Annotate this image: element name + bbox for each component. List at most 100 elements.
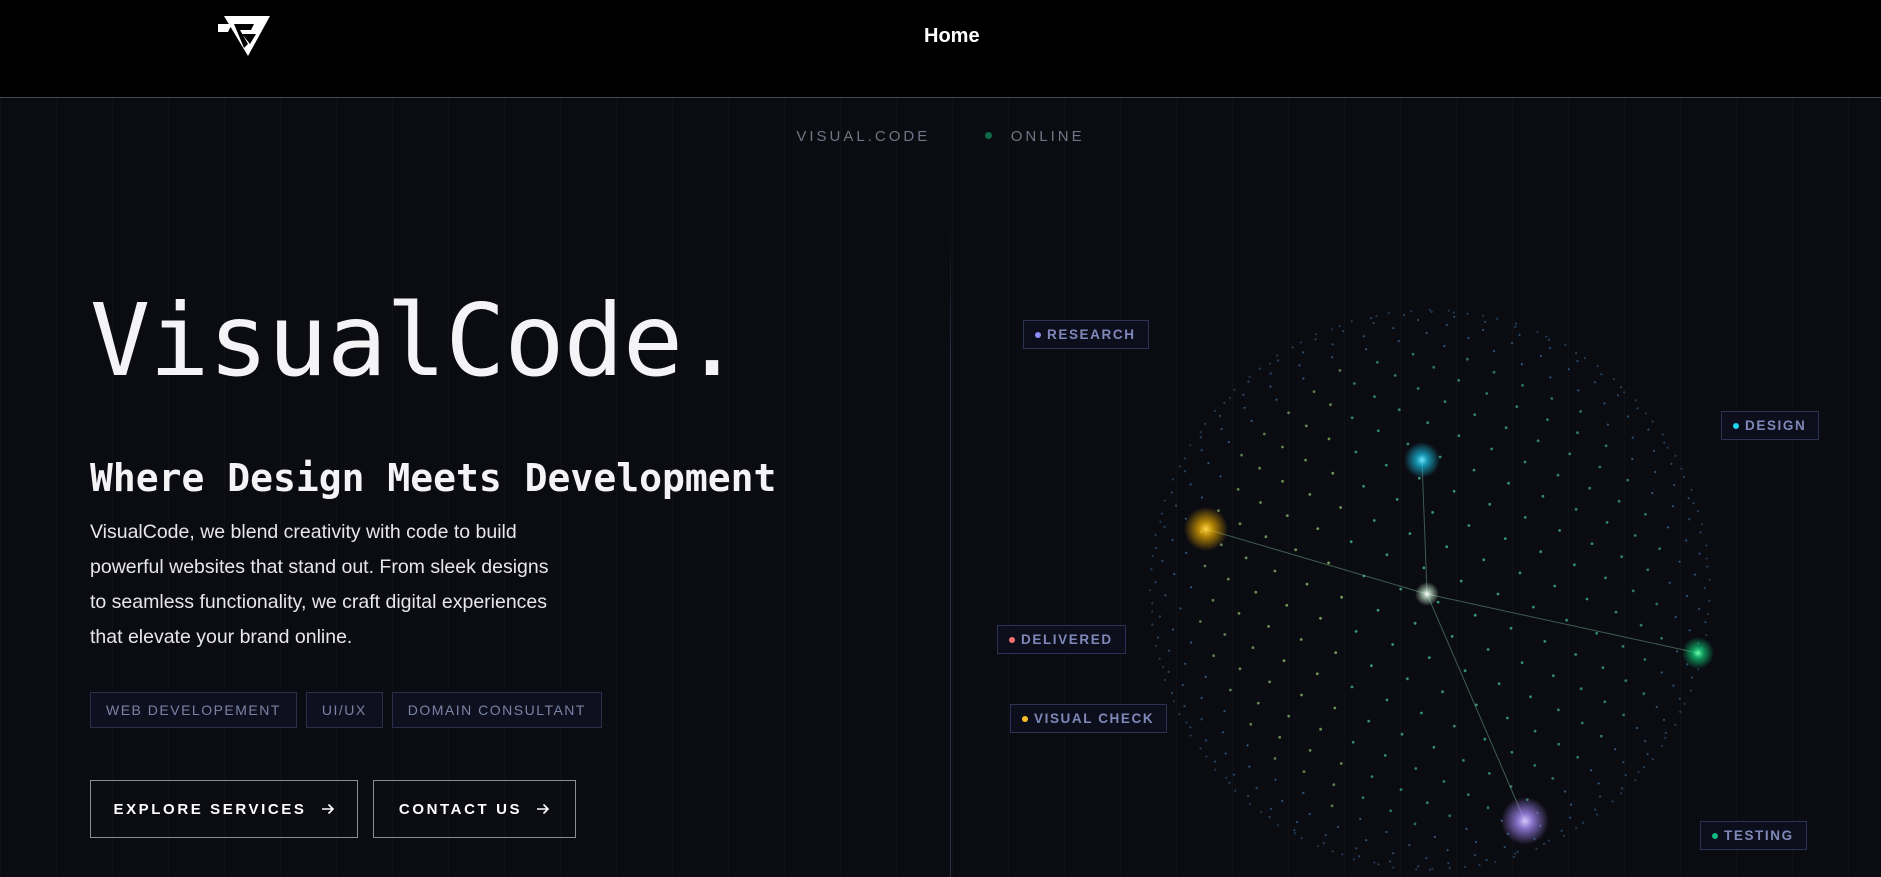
chip-testing: TESTING bbox=[1700, 821, 1807, 850]
globe-dot bbox=[1376, 608, 1380, 612]
globe-dot bbox=[1223, 710, 1226, 713]
globe-dot bbox=[1446, 849, 1449, 852]
globe-dot bbox=[1448, 867, 1451, 870]
globe-dot bbox=[1300, 693, 1303, 697]
explore-services-button[interactable]: EXPLORE SERVICES bbox=[90, 780, 358, 838]
globe-dot bbox=[1485, 392, 1489, 395]
globe-dot bbox=[1667, 526, 1670, 529]
globe-dot bbox=[1204, 675, 1207, 678]
globe-dot bbox=[1281, 799, 1284, 802]
globe-dot bbox=[1370, 775, 1374, 778]
globe-dot bbox=[1536, 439, 1540, 443]
globe-dot bbox=[1151, 623, 1154, 626]
globe-dot bbox=[1277, 359, 1280, 362]
globe-dot bbox=[1184, 662, 1187, 665]
globe-dot bbox=[1546, 418, 1549, 421]
globe-dot bbox=[1569, 816, 1572, 819]
globe-dot bbox=[1219, 475, 1222, 478]
globe-dot bbox=[1448, 814, 1452, 818]
globe-dot bbox=[1372, 519, 1376, 522]
globe-dot bbox=[1699, 531, 1702, 534]
globe-dot bbox=[1204, 422, 1207, 426]
globe-dot bbox=[1565, 618, 1568, 622]
globe-dot bbox=[1420, 711, 1423, 715]
globe-dot bbox=[1655, 705, 1658, 708]
contact-us-button[interactable]: CONTACT US bbox=[373, 780, 576, 838]
globe-dot bbox=[1238, 667, 1242, 671]
globe-dot bbox=[1269, 362, 1272, 365]
globe-dot bbox=[1660, 636, 1663, 640]
globe-dot bbox=[1369, 317, 1373, 320]
globe-dot bbox=[1341, 853, 1344, 856]
globe-dot bbox=[1259, 501, 1262, 504]
globe-dot bbox=[1643, 766, 1646, 769]
globe-dot bbox=[1436, 600, 1440, 604]
globe-dot bbox=[1692, 502, 1695, 505]
design-dot-icon bbox=[1733, 422, 1739, 429]
globe-dot bbox=[1189, 641, 1193, 644]
globe-dot bbox=[1294, 548, 1298, 552]
globe-dot bbox=[1443, 345, 1446, 348]
globe-dot bbox=[1422, 566, 1426, 570]
globe-dot bbox=[1281, 479, 1284, 483]
globe-dot bbox=[1255, 786, 1258, 789]
globe-dot bbox=[1220, 427, 1223, 431]
globe-dot bbox=[1574, 653, 1578, 656]
globe-dot bbox=[1707, 612, 1710, 616]
globe-dot bbox=[1359, 817, 1362, 821]
globe-dot bbox=[1161, 559, 1164, 563]
chip-design: DESIGN bbox=[1721, 411, 1820, 440]
globe-dot bbox=[1604, 576, 1607, 580]
globe-dot bbox=[1622, 713, 1625, 717]
globe-dot bbox=[1605, 521, 1609, 524]
globe-dot bbox=[1331, 356, 1334, 359]
dot-globe-graphic bbox=[1148, 308, 1714, 872]
globe-dot bbox=[1564, 790, 1567, 793]
tag-ui-ux: UI/UX bbox=[305, 692, 383, 728]
globe-dot bbox=[1395, 498, 1399, 501]
globe-dot bbox=[1465, 827, 1468, 831]
globe-dot bbox=[1442, 780, 1446, 783]
globe-dot bbox=[1639, 623, 1643, 627]
research-dot-icon bbox=[1035, 331, 1041, 338]
globe-dot bbox=[1482, 558, 1486, 562]
globe-dot bbox=[1276, 354, 1279, 357]
globe-dot bbox=[1426, 421, 1430, 425]
globe-dot bbox=[1494, 860, 1497, 864]
globe-dot bbox=[1387, 312, 1390, 315]
globe-dot bbox=[1189, 444, 1192, 447]
node-cyan-icon bbox=[1404, 442, 1440, 478]
globe-dot bbox=[1300, 837, 1303, 840]
status-online: ONLINE bbox=[1010, 128, 1085, 145]
globe-dot bbox=[1174, 504, 1178, 507]
globe-dot bbox=[1616, 394, 1620, 397]
globe-dot bbox=[1295, 820, 1299, 824]
globe-dot bbox=[1315, 672, 1319, 676]
globe-dot bbox=[1316, 845, 1319, 848]
globe-dot bbox=[1362, 484, 1365, 488]
globe-dot bbox=[1428, 308, 1432, 312]
globe-dot bbox=[1287, 714, 1291, 718]
globe-dot bbox=[1452, 311, 1455, 314]
globe-dot bbox=[1278, 735, 1282, 739]
globe-dot bbox=[1549, 376, 1552, 379]
globe-dot bbox=[1664, 736, 1667, 739]
globe-dot bbox=[1523, 460, 1527, 464]
globe-dot bbox=[1643, 658, 1647, 661]
chip-visual-check-label: VISUAL CHECK bbox=[1034, 711, 1155, 726]
globe-dot bbox=[1281, 445, 1284, 449]
globe-dot bbox=[1397, 408, 1401, 412]
globe-dot bbox=[1647, 428, 1650, 431]
globe-dot bbox=[1269, 372, 1272, 375]
globe-dot bbox=[1274, 778, 1277, 781]
globe-dot bbox=[1551, 777, 1555, 780]
globe-dot bbox=[1203, 564, 1207, 568]
globe-dot bbox=[1243, 406, 1246, 409]
visualcode-logo-icon[interactable] bbox=[218, 14, 272, 58]
nav-home-link[interactable]: Home bbox=[924, 25, 980, 48]
globe-dot bbox=[1352, 858, 1355, 861]
globe-dot bbox=[1579, 410, 1582, 413]
globe-dot bbox=[1486, 806, 1490, 810]
globe-dot bbox=[1521, 384, 1524, 387]
globe-dot bbox=[1549, 346, 1552, 350]
